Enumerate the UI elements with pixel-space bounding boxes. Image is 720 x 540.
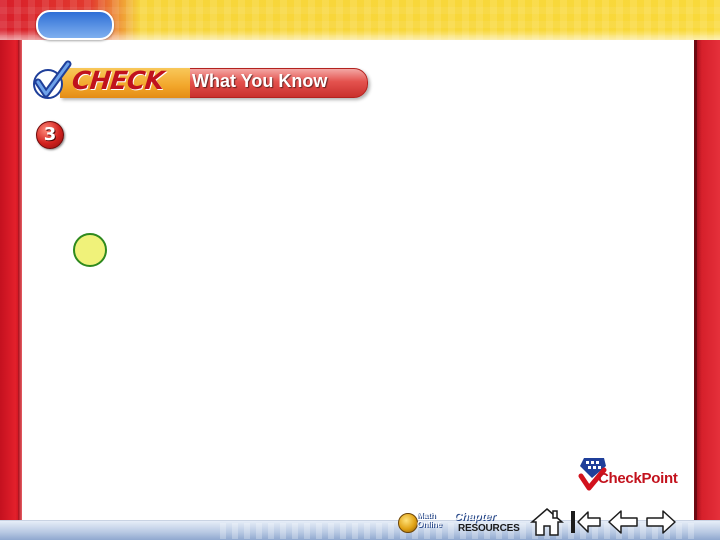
- math-online-line1: Math: [417, 511, 436, 520]
- math-online-label: Math Online: [417, 511, 447, 529]
- what-you-know-title: What You Know: [192, 71, 328, 91]
- resources-label: RESOURCES: [458, 523, 520, 534]
- checkmark-icon: [33, 60, 72, 99]
- check-title: CHECK: [70, 66, 166, 95]
- first-slide-icon: [571, 511, 601, 533]
- chapter-resources-button[interactable]: Chapter RESOURCES: [454, 509, 522, 537]
- question-number-badge: 3: [36, 121, 64, 149]
- question-number: 3: [43, 124, 57, 145]
- checkpoint-logo[interactable]: CheckPoint: [578, 456, 690, 496]
- first-slide-button[interactable]: [568, 507, 602, 537]
- top-pill-decoration: [36, 10, 114, 40]
- math-online-button[interactable]: Math Online: [398, 508, 446, 538]
- chapter-label: Chapter: [454, 511, 496, 523]
- home-icon: [529, 508, 565, 536]
- previous-slide-button[interactable]: [606, 507, 640, 537]
- check-what-you-know-banner: CHECK What You Know: [30, 60, 370, 102]
- next-slide-button[interactable]: [644, 507, 678, 537]
- checkpoint-label: CheckPoint: [598, 470, 678, 487]
- answer-circle[interactable]: [73, 233, 107, 267]
- globe-icon: [398, 513, 418, 533]
- home-button[interactable]: [529, 507, 565, 537]
- previous-arrow-icon: [608, 510, 638, 534]
- left-frame-bar: [0, 40, 22, 530]
- next-arrow-icon: [646, 510, 676, 534]
- right-frame-bar: [694, 40, 720, 530]
- math-online-line2: Online: [417, 520, 442, 529]
